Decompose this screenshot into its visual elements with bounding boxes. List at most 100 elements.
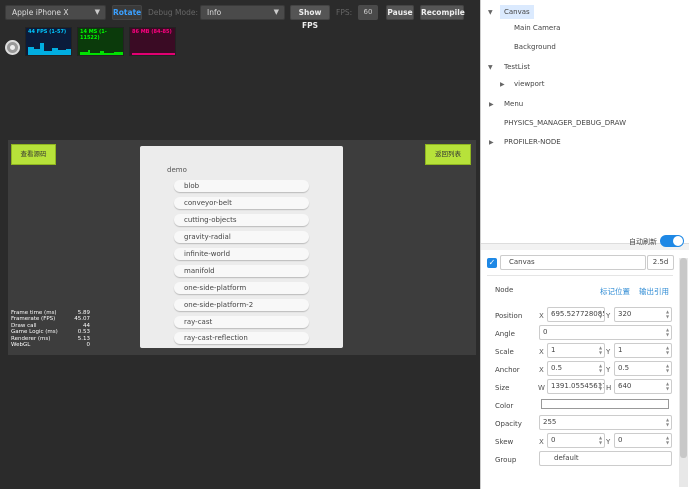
tree-node-viewport[interactable]: viewport (514, 77, 544, 91)
node-tree: ▼ Canvas Main Camera Background ▼ TestLi… (481, 0, 689, 247)
output-reference-link[interactable]: 输出引用 (639, 286, 669, 297)
skew-x-input[interactable]: 0 ▲ ▼ (547, 433, 605, 448)
position-x-input[interactable]: 695.527728085 ▲ ▼ (547, 307, 605, 322)
fps-stat-panel: 44 FPS (1-57) (25, 27, 72, 56)
scrollbar-thumb[interactable] (680, 258, 687, 458)
fps-label: FPS: (336, 8, 353, 17)
menu-item[interactable]: gravity-radial (174, 231, 309, 243)
mb-graph (132, 53, 175, 55)
angle-input[interactable]: 0 ▲ ▼ (539, 325, 672, 340)
axis-x-label: X (539, 438, 544, 446)
color-picker[interactable] (541, 399, 669, 409)
profiler-stats: Frame time (ms) 5.89 Framerate (FPS) 45.07… (11, 310, 90, 348)
ms-graph (80, 50, 123, 55)
collapsed-arrow-icon[interactable]: ▶ (489, 139, 494, 146)
axis-y-label: Y (606, 366, 611, 374)
axis-x-label: X (539, 348, 544, 356)
tree-node-profiler[interactable]: PROFILER-NODE (504, 135, 561, 149)
menu-title: demo (167, 166, 187, 174)
position-y-input[interactable]: 320 ▲ ▼ (614, 307, 672, 322)
tree-node-testlist[interactable]: TestList (504, 60, 530, 74)
menu-item[interactable]: one-side-platform (174, 282, 309, 294)
node-section-title: Node (495, 286, 514, 294)
chevron-down-icon: ▼ (273, 8, 279, 16)
ms-stat-panel: 14 MS (1-11522) (77, 27, 124, 56)
axis-x-label: X (539, 366, 544, 374)
record-icon[interactable] (5, 40, 20, 55)
auto-refresh-toggle[interactable] (660, 235, 684, 247)
opacity-label: Opacity (495, 420, 522, 428)
scale-y-input[interactable]: 1 ▲ ▼ (614, 343, 672, 358)
auto-refresh-label: 自动刷新 (629, 238, 657, 246)
recompile-button[interactable]: Recompile (420, 5, 465, 20)
menu-item[interactable]: ray-cast-reflection (174, 332, 309, 344)
mark-position-link[interactable]: 标记位置 (600, 286, 630, 297)
axis-y-label: Y (606, 438, 611, 446)
size-h-input[interactable]: 640 ▲ ▼ (614, 379, 672, 394)
expanded-arrow-icon[interactable]: ▼ (488, 64, 493, 71)
rotate-button[interactable]: Rotate (112, 5, 142, 20)
group-label: Group (495, 456, 517, 464)
collapsed-arrow-icon[interactable]: ▶ (489, 101, 494, 108)
debug-mode-label: Debug Mode: (148, 8, 199, 17)
menu-item[interactable]: cutting-objects (174, 214, 309, 226)
skew-y-input[interactable]: 0 ▲ ▼ (614, 433, 672, 448)
opacity-input[interactable]: 255 ▲ ▼ (539, 415, 672, 430)
toolbar: Apple iPhone X ▼ Rotate Debug Mode: Info… (0, 0, 479, 30)
debug-mode-select[interactable]: Info ▼ (200, 5, 285, 20)
anchor-y-input[interactable]: 0.5 ▲ ▼ (614, 361, 672, 376)
tree-node-physics-debug[interactable]: PHYSICS_MANAGER_DEBUG_DRAW (504, 116, 626, 130)
show-fps-button[interactable]: Show FPS (290, 5, 330, 30)
side-panel: ▼ Canvas Main Camera Background ▼ TestLi… (480, 0, 689, 489)
axis-x-label: X (539, 312, 544, 320)
menu-item[interactable]: conveyor-belt (174, 197, 309, 209)
fps-graph (28, 43, 71, 55)
fps-input[interactable]: 60 (358, 5, 378, 20)
view-source-button[interactable]: 查看源码 (11, 144, 56, 165)
tree-node-background[interactable]: Background (514, 40, 556, 54)
pause-button[interactable]: Pause (386, 5, 414, 20)
size-w-input[interactable]: 1391.05545617 ▲ ▼ (547, 379, 605, 394)
back-to-list-button[interactable]: 返回列表 (425, 144, 471, 165)
axis-y-label: Y (606, 348, 611, 356)
anchor-label: Anchor (495, 366, 520, 374)
profiler-row: WebGL 0 (11, 342, 90, 349)
debug-mode-value: Info (207, 8, 222, 17)
axis-h-label: H (606, 384, 612, 392)
demo-menu-panel: demo blob conveyor-belt cutting-objects … (140, 146, 343, 348)
menu-item[interactable]: one-side-platform-2 (174, 299, 309, 311)
anchor-x-input[interactable]: 0.5 ▲ ▼ (547, 361, 605, 376)
size-label: Size (495, 384, 510, 392)
color-label: Color (495, 402, 514, 410)
node-active-checkbox[interactable]: ✓ (487, 258, 497, 268)
device-select[interactable]: Apple iPhone X ▼ (5, 5, 106, 20)
divider (487, 275, 673, 276)
mb-stat-panel: 86 MB (84-85) (129, 27, 176, 56)
inspector-panel: ✓ Canvas 2.5d Node 标记位置 输出引用 Position X … (481, 250, 689, 489)
collapsed-arrow-icon[interactable]: ▶ (500, 81, 505, 88)
menu-item[interactable]: blob (174, 180, 309, 192)
inspector-scrollbar[interactable] (679, 258, 688, 487)
group-select[interactable]: default (539, 451, 672, 466)
expanded-arrow-icon[interactable]: ▼ (488, 9, 493, 16)
tree-node-main-camera[interactable]: Main Camera (514, 21, 560, 35)
menu-item[interactable]: ray-cast (174, 316, 309, 328)
node-name-field[interactable]: Canvas (500, 255, 646, 270)
skew-label: Skew (495, 438, 514, 446)
menu-item[interactable]: infinite-world (174, 248, 309, 260)
mode-badge[interactable]: 2.5d (647, 255, 674, 270)
device-select-value: Apple iPhone X (12, 8, 69, 17)
axis-w-label: W (538, 384, 545, 392)
scale-x-input[interactable]: 1 ▲ ▼ (547, 343, 605, 358)
angle-label: Angle (495, 330, 515, 338)
fps-stat-text: 44 FPS (1-57) (28, 29, 67, 35)
menu-item[interactable]: manifold (174, 265, 309, 277)
tree-node-canvas[interactable]: Canvas (500, 5, 534, 19)
tree-node-menu[interactable]: Menu (504, 97, 523, 111)
axis-y-label: Y (606, 312, 611, 320)
position-label: Position (495, 312, 523, 320)
chevron-down-icon: ▼ (94, 8, 100, 16)
mb-stat-text: 86 MB (84-85) (132, 29, 172, 35)
preview-area: Apple iPhone X ▼ Rotate Debug Mode: Info… (0, 0, 479, 489)
scale-label: Scale (495, 348, 514, 356)
